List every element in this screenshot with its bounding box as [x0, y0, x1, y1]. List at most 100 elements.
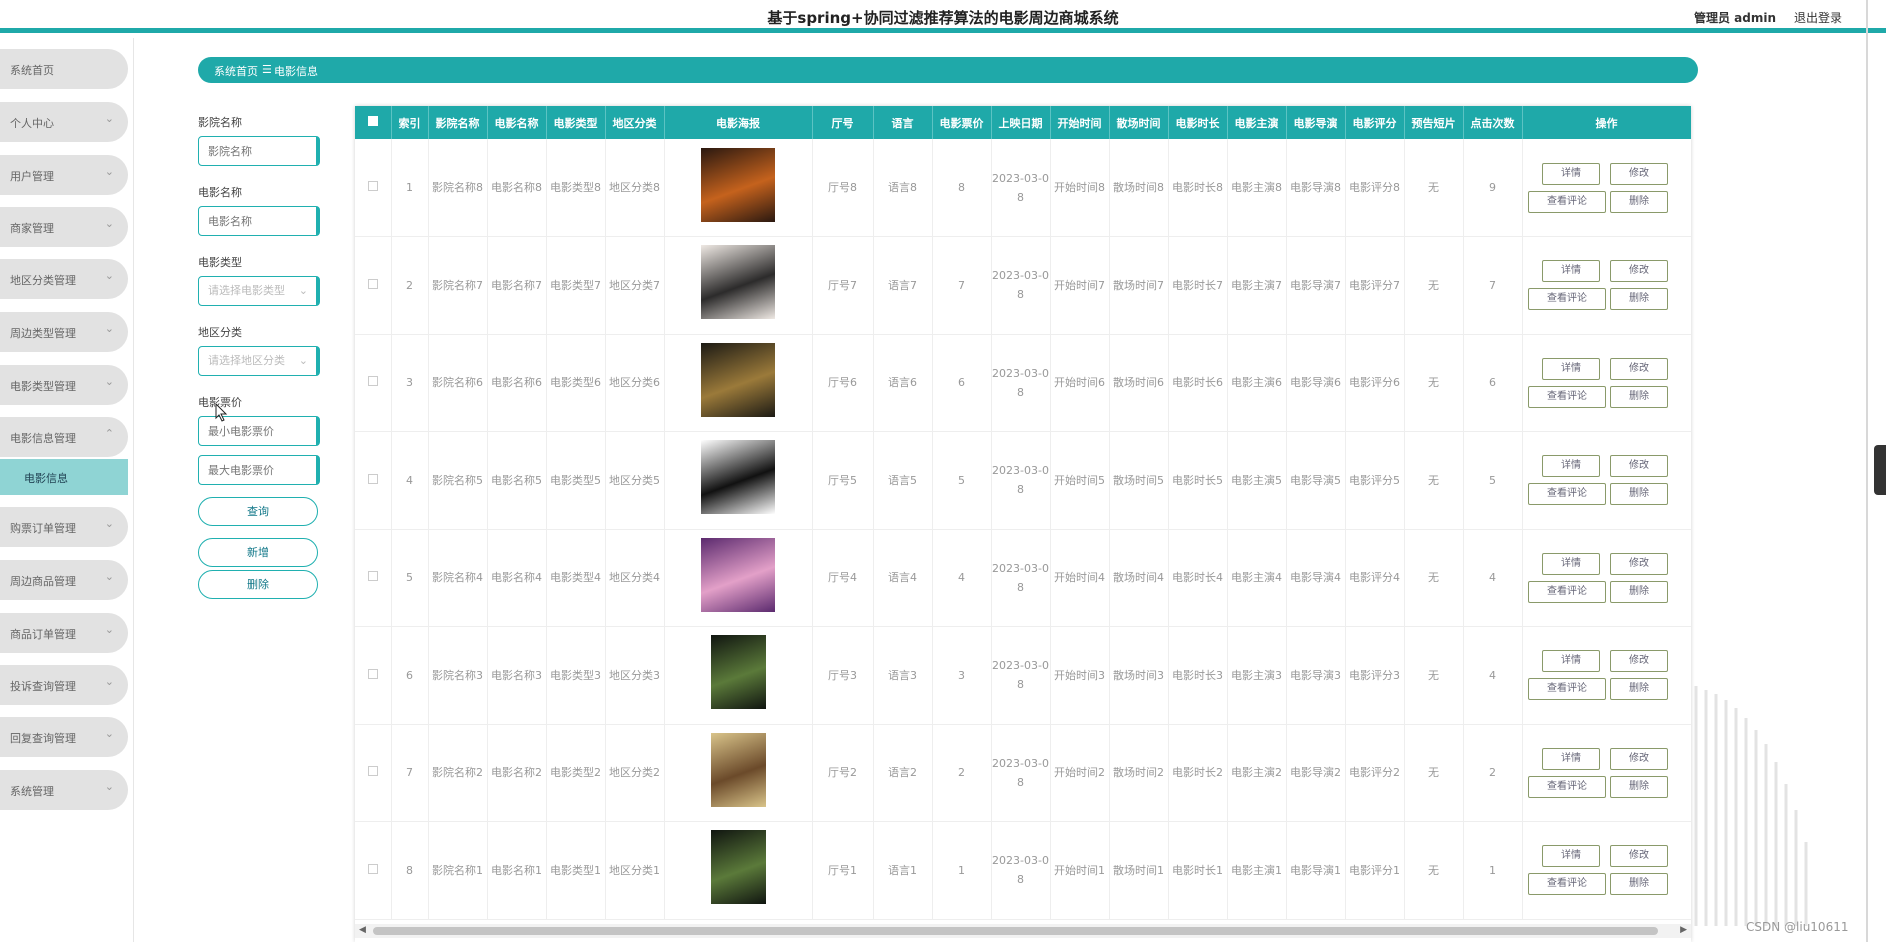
- row-checkbox[interactable]: [355, 236, 392, 335]
- sidebar-item-movie-info[interactable]: 电影信息管理 ⌃: [0, 417, 128, 457]
- table-cell: 电影名称8: [487, 139, 547, 237]
- add-button[interactable]: 新增: [198, 538, 318, 567]
- table-cell: 无: [1404, 821, 1464, 920]
- edit-button[interactable]: 修改: [1610, 260, 1668, 283]
- sidebar-item-peripheral-types[interactable]: 周边类型管理 ⌄: [0, 312, 128, 352]
- region-select[interactable]: 请选择地区分类 ⌄: [198, 346, 320, 376]
- row-checkbox[interactable]: [355, 821, 392, 920]
- table-cell: 影院名称2: [428, 724, 488, 822]
- edit-button[interactable]: 修改: [1610, 455, 1668, 478]
- view-comments-button[interactable]: 查看评论: [1528, 288, 1606, 311]
- row-checkbox[interactable]: [355, 334, 392, 432]
- edit-button[interactable]: 修改: [1610, 357, 1668, 380]
- logout-link[interactable]: 退出登录: [1794, 9, 1842, 26]
- cinema-name-input[interactable]: [198, 136, 320, 166]
- row-checkbox[interactable]: [355, 529, 392, 627]
- movie-name-input[interactable]: [198, 206, 320, 236]
- row-checkbox[interactable]: [355, 431, 392, 530]
- delete-button[interactable]: 删除: [198, 570, 318, 599]
- row-delete-button[interactable]: 删除: [1610, 288, 1668, 311]
- breadcrumb-home[interactable]: 系统首页: [214, 63, 258, 79]
- detail-button[interactable]: 详情: [1542, 260, 1600, 283]
- detail-button[interactable]: 详情: [1542, 455, 1600, 478]
- row-delete-button[interactable]: 删除: [1610, 775, 1668, 798]
- row-delete-button[interactable]: 删除: [1610, 385, 1668, 408]
- table-cell: 散场时间6: [1109, 334, 1169, 432]
- row-checkbox[interactable]: [355, 139, 392, 237]
- table-cell: 语言1: [873, 821, 933, 920]
- detail-button[interactable]: 详情: [1542, 552, 1600, 575]
- detail-button[interactable]: 详情: [1542, 650, 1600, 673]
- scroll-left-icon[interactable]: ◀: [359, 925, 366, 935]
- table-cell: 7: [1463, 236, 1523, 335]
- table-cell: 无: [1404, 334, 1464, 432]
- edit-button[interactable]: 修改: [1610, 162, 1668, 185]
- movie-poster: [664, 626, 813, 725]
- table-cell: 2023-03-08: [991, 529, 1051, 627]
- scroll-right-icon[interactable]: ▶: [1680, 925, 1687, 935]
- query-button[interactable]: 查询: [198, 497, 318, 526]
- sidebar-item-regions[interactable]: 地区分类管理 ⌄: [0, 259, 128, 299]
- row-delete-button[interactable]: 删除: [1610, 678, 1668, 701]
- sidebar-item-ticket-orders[interactable]: 购票订单管理 ⌄: [0, 507, 128, 547]
- table-cell: 无: [1404, 139, 1464, 237]
- column-header: 点击次数: [1463, 106, 1523, 139]
- table-cell: 影院名称5: [428, 431, 488, 530]
- row-delete-button[interactable]: 删除: [1610, 190, 1668, 213]
- table-row: 8 影院名称1 电影名称1 电影类型1 地区分类1 厅号1 语言1 1 2023-03-08 开始…: [355, 821, 1691, 920]
- table-cell: 4: [932, 529, 992, 627]
- sidebar-item-replies[interactable]: 回复查询管理 ⌄: [0, 717, 128, 757]
- edit-button[interactable]: 修改: [1610, 845, 1668, 868]
- view-comments-button[interactable]: 查看评论: [1528, 580, 1606, 603]
- row-delete-button[interactable]: 删除: [1610, 580, 1668, 603]
- sidebar-item-users[interactable]: 用户管理 ⌄: [0, 155, 128, 195]
- max-price-input[interactable]: [198, 455, 320, 485]
- sidebar-subitem-movie-info[interactable]: 电影信息: [0, 459, 128, 495]
- view-comments-button[interactable]: 查看评论: [1528, 678, 1606, 701]
- view-comments-button[interactable]: 查看评论: [1528, 483, 1606, 506]
- edit-button[interactable]: 修改: [1610, 650, 1668, 673]
- table-row: 5 影院名称4 电影名称4 电影类型4 地区分类4 厅号4 语言4 4 2023-03-08 开始…: [355, 529, 1691, 627]
- view-comments-button[interactable]: 查看评论: [1528, 385, 1606, 408]
- column-header: 地区分类: [605, 106, 665, 139]
- detail-button[interactable]: 详情: [1542, 747, 1600, 770]
- row-checkbox[interactable]: [355, 724, 392, 822]
- row-checkbox[interactable]: [355, 626, 392, 725]
- sidebar-item-product-orders[interactable]: 商品订单管理 ⌄: [0, 613, 128, 653]
- row-delete-button[interactable]: 删除: [1610, 873, 1668, 896]
- region-label: 地区分类: [198, 326, 242, 339]
- detail-button[interactable]: 详情: [1542, 845, 1600, 868]
- table-cell: 1: [391, 139, 429, 237]
- detail-button[interactable]: 详情: [1542, 162, 1600, 185]
- edit-button[interactable]: 修改: [1610, 747, 1668, 770]
- view-comments-button[interactable]: 查看评论: [1528, 190, 1606, 213]
- edit-button[interactable]: 修改: [1610, 552, 1668, 575]
- side-expand-handle[interactable]: [1874, 445, 1886, 495]
- table-cell: 语言3: [873, 626, 933, 725]
- detail-button[interactable]: 详情: [1542, 357, 1600, 380]
- horizontal-scrollbar[interactable]: ◀ ▶: [355, 924, 1691, 938]
- select-all-checkbox[interactable]: [355, 106, 392, 139]
- view-comments-button[interactable]: 查看评论: [1528, 775, 1606, 798]
- sidebar-item-complaints[interactable]: 投诉查询管理 ⌄: [0, 665, 128, 705]
- sidebar-item-profile[interactable]: 个人中心 ⌄: [0, 102, 128, 142]
- chevron-down-icon: ⌄: [104, 780, 114, 793]
- row-delete-button[interactable]: 删除: [1610, 483, 1668, 506]
- row-actions: 详情 修改 查看评论 删除: [1522, 529, 1691, 627]
- sidebar-item-merchants[interactable]: 商家管理 ⌄: [0, 207, 128, 247]
- chevron-down-icon: ⌄: [104, 570, 114, 583]
- sidebar-item-system[interactable]: 系统管理 ⌄: [0, 770, 128, 810]
- table-cell: 7: [391, 724, 429, 822]
- table-cell: 电影名称3: [487, 626, 547, 725]
- scrollbar-thumb[interactable]: [373, 927, 1658, 935]
- movie-poster: [664, 334, 813, 432]
- view-comments-button[interactable]: 查看评论: [1528, 873, 1606, 896]
- sidebar-item-movie-types[interactable]: 电影类型管理 ⌄: [0, 365, 128, 405]
- movie-type-select[interactable]: 请选择电影类型 ⌄: [198, 276, 320, 306]
- sidebar-item-products[interactable]: 周边商品管理 ⌄: [0, 560, 128, 600]
- sidebar-item-label: 购票订单管理: [10, 522, 76, 535]
- watermark-text: CSDN @liu10611: [1746, 920, 1849, 934]
- chevron-down-icon: ⌄: [104, 217, 114, 230]
- table-cell: 电影导演1: [1286, 821, 1346, 920]
- sidebar-item-home[interactable]: 系统首页: [0, 49, 128, 89]
